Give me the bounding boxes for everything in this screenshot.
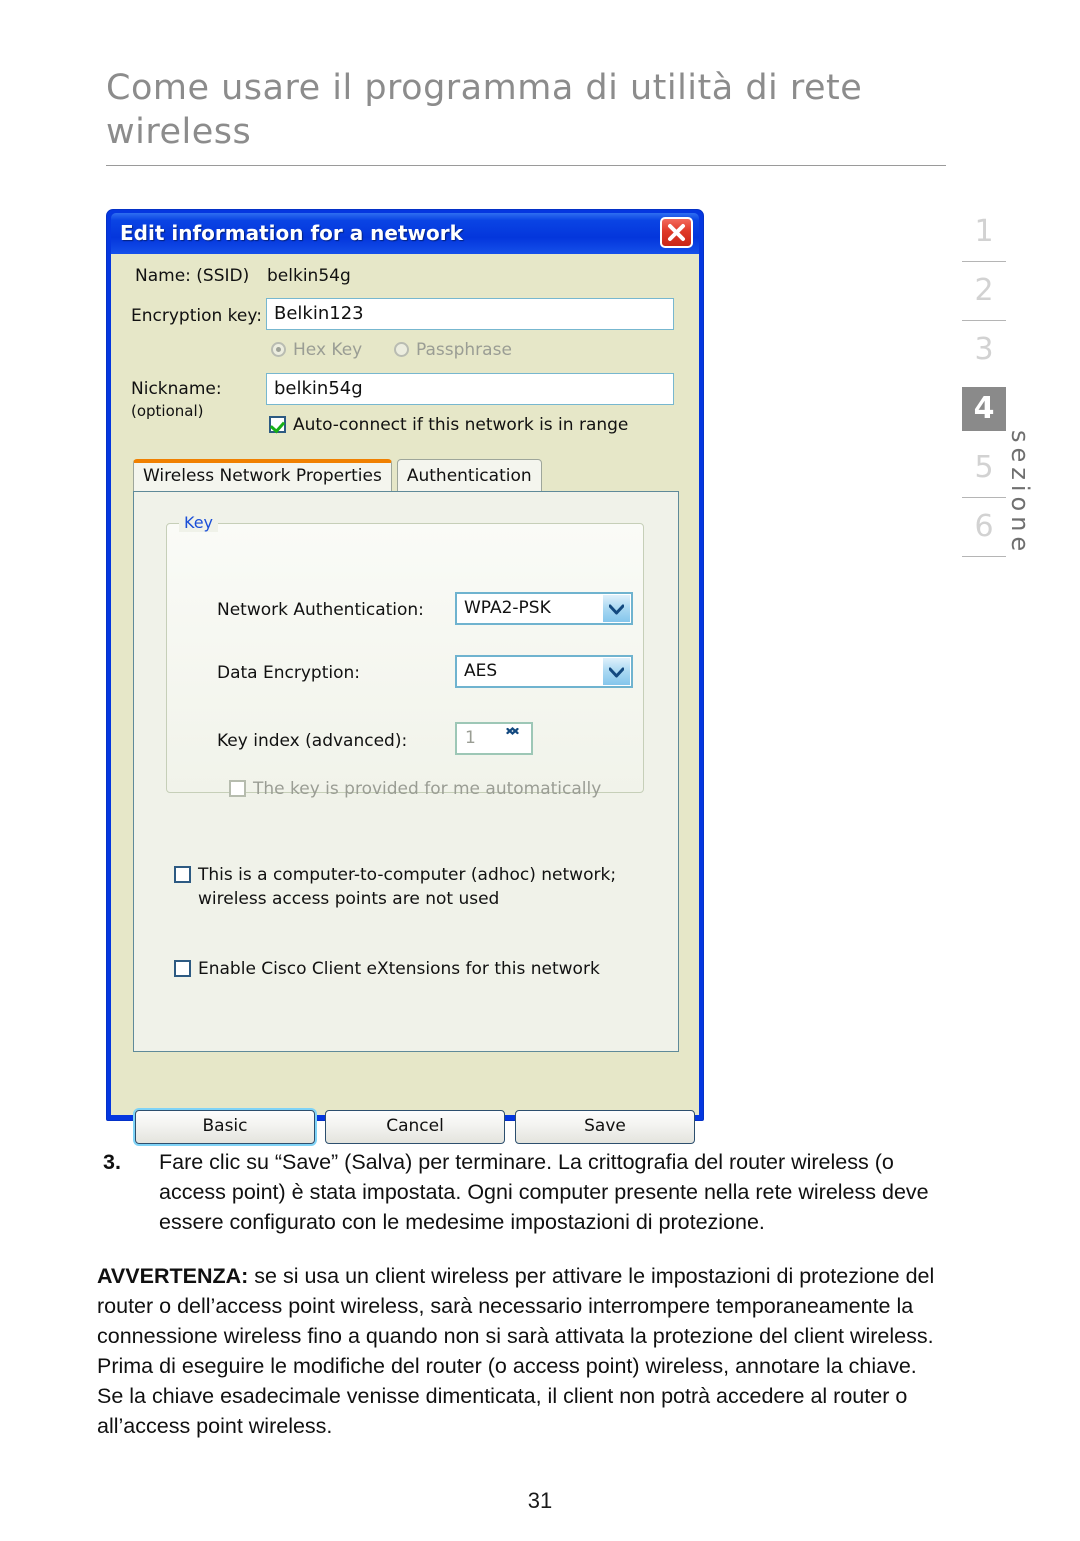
tab-bar: Wireless Network Properties Authenticatio… — [133, 459, 542, 492]
nickname-optional-label: (optional) — [131, 402, 204, 420]
section-rail-spacer — [962, 431, 1010, 446]
radio-button-icon — [271, 342, 286, 357]
tab-panel-wireless-network-properties: Key Network Authentication: WPA2-PSK Dat… — [133, 491, 679, 1052]
data-encryption-value: AES — [464, 661, 498, 681]
autoconnect-checkbox[interactable]: Auto-connect if this network is in range — [269, 415, 628, 435]
save-button[interactable]: Save — [515, 1110, 695, 1144]
chevron-down-icon[interactable] — [603, 658, 630, 685]
key-provided-automatically-label: The key is provided for me automatically — [253, 779, 602, 799]
checkbox-icon — [174, 866, 191, 883]
key-index-label: Key index (advanced): — [217, 731, 408, 751]
adhoc-label-line1: This is a computer-to-computer (adhoc) n… — [198, 865, 617, 885]
key-provided-automatically-checkbox[interactable]: The key is provided for me automatically — [229, 779, 601, 799]
dialog-body: Name: (SSID) belkin54g Encryption key: B… — [111, 254, 699, 1144]
section-rail-divider — [962, 320, 1006, 321]
radio-button-icon — [394, 342, 409, 357]
radio-hex-key[interactable]: Hex Key — [271, 340, 362, 360]
nickname-label: Nickname: — [131, 379, 222, 399]
page-title-line1: Come usare il programma di utilità di re… — [106, 68, 863, 108]
checkbox-icon — [269, 416, 286, 433]
dialog-titlebar[interactable]: Edit information for a network — [111, 213, 699, 254]
section-number-2[interactable]: 2 — [962, 269, 1006, 313]
warning-label: AVVERTENZA: — [97, 1264, 249, 1288]
section-rail-spacer — [962, 372, 1010, 387]
radio-hex-key-label: Hex Key — [293, 340, 363, 360]
chevron-down-icon[interactable] — [603, 595, 630, 622]
section-number-4-active[interactable]: 4 — [962, 387, 1006, 431]
step-3-text: Fare clic su “Save” (Salva) per terminar… — [159, 1150, 929, 1234]
section-number-5[interactable]: 5 — [962, 446, 1006, 490]
cisco-extensions-label: Enable Cisco Client eXtensions for this … — [198, 959, 600, 979]
key-index-stepper-buttons[interactable] — [496, 725, 530, 752]
section-rail-divider — [962, 497, 1006, 498]
step-3: 3. Fare clic su “Save” (Salva) per termi… — [97, 1147, 949, 1237]
section-rail-divider — [962, 556, 1006, 557]
edit-network-dialog: Edit information for a network Name: (SS… — [106, 209, 704, 1144]
network-authentication-label: Network Authentication: — [217, 600, 424, 620]
key-index-stepper[interactable]: 1 — [455, 722, 533, 755]
section-rail-label: sezione — [1006, 430, 1034, 557]
close-icon[interactable] — [660, 217, 693, 248]
data-encryption-select[interactable]: AES — [455, 655, 633, 688]
nickname-input[interactable]: belkin54g — [266, 373, 674, 405]
step-3-number: 3. — [103, 1150, 121, 1174]
basic-button[interactable]: Basic — [135, 1110, 315, 1144]
section-number-1[interactable]: 1 — [962, 210, 1006, 254]
cisco-extensions-checkbox[interactable]: Enable Cisco Client eXtensions for this … — [174, 959, 600, 979]
checkbox-icon — [174, 960, 191, 977]
tab-wireless-network-properties[interactable]: Wireless Network Properties — [133, 459, 392, 492]
tab-authentication[interactable]: Authentication — [396, 459, 542, 492]
page-number: 31 — [527, 1488, 553, 1513]
autoconnect-label: Auto-connect if this network is in range — [293, 415, 629, 435]
close-x-glyph — [668, 224, 685, 241]
section-rail: 1 2 3 4 5 6 — [962, 210, 1010, 670]
section-number-3[interactable]: 3 — [962, 328, 1006, 372]
data-encryption-label: Data Encryption: — [217, 663, 360, 683]
section-rail-divider — [962, 261, 1006, 262]
key-index-value: 1 — [465, 728, 476, 748]
cancel-button[interactable]: Cancel — [325, 1110, 505, 1144]
encryption-key-input[interactable]: Belkin123 — [266, 298, 674, 330]
checkbox-icon — [229, 780, 246, 797]
radio-passphrase-label: Passphrase — [416, 340, 512, 360]
adhoc-network-checkbox[interactable]: This is a computer-to-computer (adhoc) n… — [174, 863, 644, 911]
ssid-label: Name: (SSID) — [135, 266, 250, 286]
adhoc-label-line2: wireless access points are not used — [198, 889, 500, 909]
network-authentication-select[interactable]: WPA2-PSK — [455, 592, 633, 625]
warning-text: se si usa un client wireless per attivar… — [97, 1264, 935, 1438]
network-authentication-value: WPA2-PSK — [464, 598, 551, 618]
warning-paragraph: AVVERTENZA: se si usa un client wireless… — [97, 1261, 949, 1441]
dialog-title: Edit information for a network — [120, 221, 463, 245]
section-number-6[interactable]: 6 — [962, 505, 1006, 549]
encryption-key-label: Encryption key: — [131, 306, 262, 326]
ssid-value: belkin54g — [267, 266, 351, 286]
page-title: Come usare il programma di utilità di re… — [106, 66, 946, 154]
body-copy: 3. Fare clic su “Save” (Salva) per termi… — [97, 1147, 949, 1441]
radio-passphrase[interactable]: Passphrase — [394, 340, 512, 360]
key-groupbox: Key Network Authentication: WPA2-PSK Dat… — [166, 513, 644, 799]
key-groupbox-title: Key — [179, 513, 219, 532]
heading-divider — [106, 165, 946, 166]
page-title-line2: wireless — [106, 112, 252, 152]
